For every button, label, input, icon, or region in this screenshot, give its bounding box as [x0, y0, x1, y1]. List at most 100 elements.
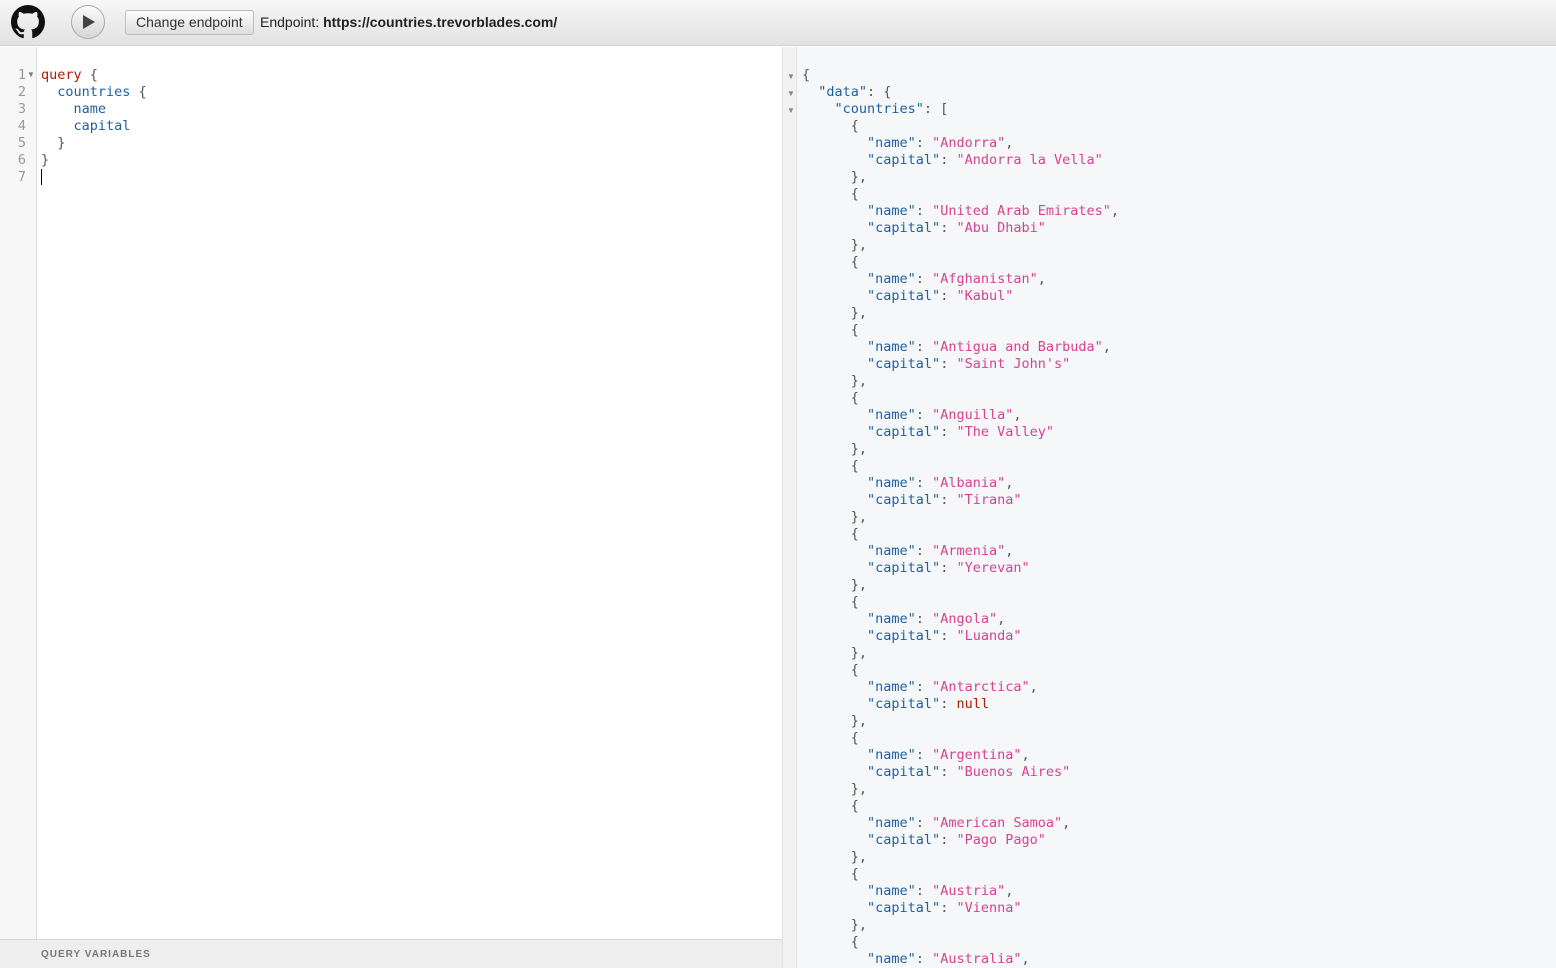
- json-key: "name": [867, 475, 916, 491]
- json-punctuation: },: [802, 441, 868, 457]
- json-key: "name": [867, 339, 916, 355]
- country-capital: "Luanda": [956, 628, 1022, 644]
- json-punctuation: {: [802, 254, 859, 270]
- country-name: "Argentina": [932, 747, 1022, 763]
- json-punctuation: : {: [867, 84, 892, 100]
- country-capital: "Kabul": [956, 288, 1014, 304]
- json-punctuation: : [: [923, 101, 949, 117]
- json-punctuation: {: [802, 934, 859, 950]
- result-line: {: [802, 594, 1119, 611]
- result-line: "name": "Anguilla",: [802, 407, 1119, 424]
- result-line: },: [802, 509, 1119, 526]
- json-punctuation: },: [802, 917, 868, 933]
- result-line: },: [802, 577, 1119, 594]
- json-punctuation: :: [940, 560, 957, 576]
- line-number: 7: [17, 169, 26, 185]
- result-line: },: [802, 441, 1119, 458]
- json-punctuation: [802, 832, 867, 848]
- json-punctuation: [802, 101, 835, 117]
- line-number: 4: [17, 118, 26, 134]
- query-editor[interactable]: query { countries { name capital } }: [41, 67, 147, 187]
- country-name: "Anguilla": [932, 407, 1014, 423]
- fold-arrow-icon[interactable]: ▼: [27, 70, 35, 79]
- country-capital: "Yerevan": [956, 560, 1030, 576]
- json-key: "capital": [867, 832, 941, 848]
- result-line: {: [802, 254, 1119, 271]
- json-key: "name": [867, 611, 916, 627]
- json-key: "capital": [867, 220, 941, 236]
- result-line: "name": "Antigua and Barbuda",: [802, 339, 1119, 356]
- country-name: "Angola": [932, 611, 998, 627]
- country-name: "Antigua and Barbuda": [932, 339, 1103, 355]
- json-punctuation: ,: [997, 611, 1006, 627]
- json-punctuation: ,: [1013, 407, 1022, 423]
- result-line: "countries": [: [802, 101, 1119, 118]
- line-number: 1: [17, 67, 26, 83]
- json-punctuation: :: [915, 951, 933, 967]
- change-endpoint-button[interactable]: Change endpoint: [125, 10, 254, 35]
- json-punctuation: :: [940, 628, 957, 644]
- result-line: "capital": "Tirana": [802, 492, 1119, 509]
- result-line: },: [802, 781, 1119, 798]
- endpoint-url: https://countries.trevorblades.com/: [323, 14, 558, 30]
- result-line: "name": "Andorra",: [802, 135, 1119, 152]
- json-punctuation: [802, 152, 867, 168]
- result-pane: { "data": { "countries": [ { "name": "An…: [797, 47, 1556, 968]
- json-punctuation: [802, 764, 867, 780]
- country-capital: "Buenos Aires": [956, 764, 1071, 780]
- result-line: "name": "Antarctica",: [802, 679, 1119, 696]
- result-line: {: [802, 526, 1119, 543]
- result-line: },: [802, 169, 1119, 186]
- json-punctuation: },: [802, 781, 868, 797]
- json-key: "capital": [867, 696, 941, 712]
- json-punctuation: {: [802, 798, 859, 814]
- result-line: {: [802, 390, 1119, 407]
- fold-arrow-icon[interactable]: ▼: [787, 89, 795, 98]
- result-line: "name": "Argentina",: [802, 747, 1119, 764]
- json-punctuation: [802, 475, 867, 491]
- json-key: "capital": [867, 356, 941, 372]
- json-punctuation: [802, 135, 867, 151]
- json-punctuation: },: [802, 713, 868, 729]
- result-line: {: [802, 118, 1119, 135]
- json-key: "name": [867, 271, 916, 287]
- result-line: "capital": "Andorra la Vella": [802, 152, 1119, 169]
- result-line: "name": "Albania",: [802, 475, 1119, 492]
- json-punctuation: :: [940, 288, 957, 304]
- json-punctuation: [802, 543, 867, 559]
- result-line: },: [802, 645, 1119, 662]
- query-field-capital: capital: [73, 118, 131, 134]
- query-variables-title: QUERY VARIABLES: [41, 949, 151, 960]
- line-number: 6: [17, 152, 26, 168]
- country-capital: "Vienna": [956, 900, 1022, 916]
- country-name: "Armenia": [932, 543, 1006, 559]
- json-punctuation: [802, 339, 867, 355]
- result-line: },: [802, 305, 1119, 322]
- play-icon: [83, 15, 95, 29]
- run-query-button[interactable]: [71, 5, 105, 39]
- country-name: "Antarctica": [932, 679, 1030, 695]
- json-key: "capital": [867, 492, 941, 508]
- json-punctuation: ,: [1005, 883, 1014, 899]
- json-punctuation: [802, 951, 867, 967]
- result-line: {: [802, 186, 1119, 203]
- json-punctuation: :: [940, 696, 957, 712]
- result-line: {: [802, 67, 1119, 84]
- json-key: "data": [818, 84, 868, 100]
- json-key: "name": [867, 407, 916, 423]
- result-line: "name": "American Samoa",: [802, 815, 1119, 832]
- query-variables-bar[interactable]: QUERY VARIABLES: [0, 939, 782, 968]
- github-icon[interactable]: [11, 5, 45, 39]
- json-punctuation: :: [915, 339, 933, 355]
- json-punctuation: [802, 747, 867, 763]
- line-number: 3: [17, 101, 26, 117]
- query-field-root: countries: [57, 84, 131, 100]
- fold-arrow-icon[interactable]: ▼: [787, 72, 795, 81]
- endpoint-prefix: Endpoint:: [260, 14, 324, 30]
- result-line: },: [802, 237, 1119, 254]
- json-punctuation: :: [915, 679, 933, 695]
- result-line: "capital": null: [802, 696, 1119, 713]
- fold-arrow-icon[interactable]: ▼: [787, 106, 795, 115]
- country-name: "Andorra": [932, 135, 1006, 151]
- json-punctuation: [802, 220, 867, 236]
